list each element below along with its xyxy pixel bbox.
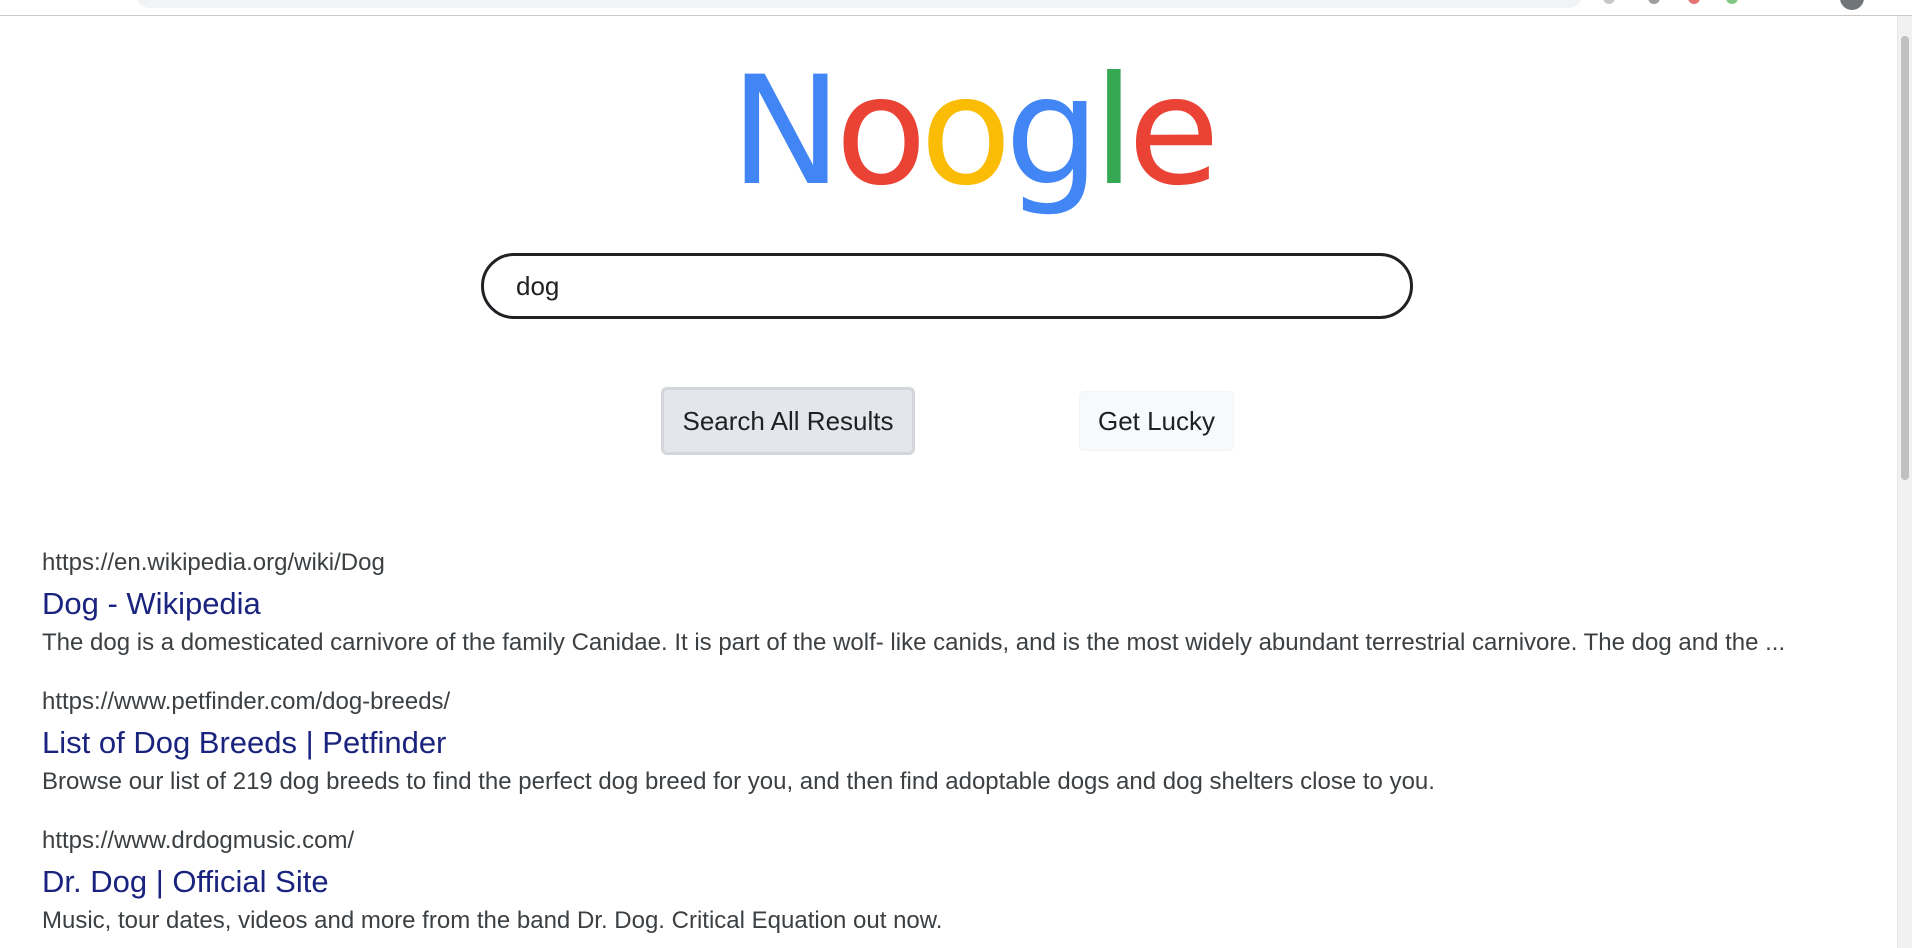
profile-avatar-icon[interactable] — [1840, 0, 1864, 10]
result-item: https://en.wikipedia.org/wiki/Dog Dog - … — [42, 548, 1872, 658]
result-title-link[interactable]: Dog - Wikipedia — [42, 586, 261, 622]
noogle-logo: Noogle — [730, 42, 1220, 222]
result-url: https://en.wikipedia.org/wiki/Dog — [42, 549, 385, 576]
scrollbar-thumb[interactable] — [1901, 36, 1909, 480]
extension-icon[interactable] — [1726, 0, 1738, 4]
browser-toolbar — [0, 0, 1912, 16]
logo-letter: e — [1127, 45, 1220, 219]
vertical-scrollbar[interactable] — [1897, 16, 1912, 948]
result-snippet: Music, tour dates, videos and more from … — [42, 907, 943, 934]
result-url: https://www.drdogmusic.com/ — [42, 827, 355, 854]
logo-letter: g — [1004, 45, 1100, 219]
page: Noogle Search All Results Get Lucky http… — [0, 0, 1912, 948]
result-item: https://www.drdogmusic.com/ Dr. Dog | Of… — [42, 826, 1872, 936]
result-snippet: Browse our list of 219 dog breeds to fin… — [42, 768, 1435, 795]
search-all-results-button[interactable]: Search All Results — [661, 387, 915, 455]
result-snippet: The dog is a domesticated carnivore of t… — [42, 629, 1786, 656]
search-results: https://en.wikipedia.org/wiki/Dog Dog - … — [42, 548, 1872, 948]
result-title-link[interactable]: Dr. Dog | Official Site — [42, 864, 329, 900]
search-box[interactable] — [481, 253, 1413, 319]
logo-letter: o — [920, 45, 1012, 219]
logo-letter: N — [730, 45, 842, 219]
extension-icon[interactable] — [1688, 0, 1700, 4]
result-url: https://www.petfinder.com/dog-breeds/ — [42, 688, 451, 715]
result-title-link[interactable]: List of Dog Breeds | Petfinder — [42, 725, 446, 761]
extension-icon[interactable] — [1603, 0, 1615, 4]
logo-letter: o — [835, 45, 927, 219]
result-item: https://www.petfinder.com/dog-breeds/ Li… — [42, 687, 1872, 797]
logo-letter: l — [1093, 45, 1135, 219]
address-bar[interactable] — [135, 0, 1583, 8]
search-input[interactable] — [516, 256, 1376, 316]
extension-icon[interactable] — [1648, 0, 1660, 4]
get-lucky-button[interactable]: Get Lucky — [1079, 391, 1234, 451]
